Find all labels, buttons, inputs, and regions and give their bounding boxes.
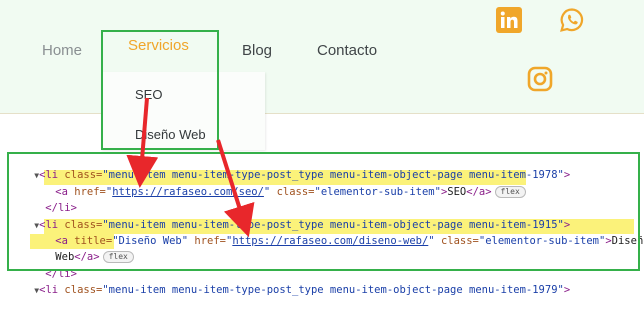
servicios-highlight-box bbox=[101, 30, 219, 150]
node-text: SEO bbox=[447, 186, 467, 198]
attr-name: class= bbox=[276, 186, 315, 198]
nav-blog-link[interactable]: Blog bbox=[242, 42, 272, 59]
attr-quote: " bbox=[263, 186, 277, 198]
devtools-elements-panel: ▼<li class="menu-item menu-item-type-pos… bbox=[0, 150, 644, 296]
tag-open: <li bbox=[39, 284, 65, 296]
dom-line-li-1979[interactable]: ▼<li class="menu-item menu-item-type-pos… bbox=[9, 268, 570, 296]
attr-quote: " bbox=[428, 235, 441, 247]
website-header: Home Servicios Blog Contacto bbox=[0, 0, 644, 114]
flex-badge[interactable]: flex bbox=[102, 251, 134, 263]
instagram-icon[interactable] bbox=[527, 66, 553, 92]
linkedin-icon[interactable] bbox=[496, 7, 522, 33]
nav-contacto-link[interactable]: Contacto bbox=[317, 42, 377, 59]
dom-line-a-seo[interactable]: <a href="https://rafaseo.com/seo/" class… bbox=[30, 170, 526, 198]
flex-badge[interactable]: flex bbox=[494, 186, 526, 198]
dom-line-li-1915[interactable]: ▼<li class="menu-item menu-item-type-pos… bbox=[9, 203, 570, 231]
dom-line-li-close[interactable]: </li> bbox=[20, 252, 77, 280]
href-link-seo[interactable]: https://rafaseo.com/seo/ bbox=[112, 186, 264, 198]
attr-name: class= bbox=[64, 284, 103, 296]
attr-name: class= bbox=[440, 235, 479, 247]
dom-line-li-close[interactable]: </li> bbox=[20, 186, 77, 214]
dom-line-a-diseno-web[interactable]: <a title="Diseño Web" href="https://rafa… bbox=[30, 219, 644, 247]
attr-name: href= bbox=[194, 235, 226, 247]
whatsapp-icon[interactable] bbox=[559, 7, 585, 33]
href-link-diseno-web[interactable]: https://rafaseo.com/diseno-web/ bbox=[232, 235, 428, 247]
dom-line-li-1978[interactable]: ▼<li class="menu-item menu-item-type-pos… bbox=[9, 153, 570, 181]
tag-end: </a> bbox=[74, 251, 100, 263]
attr-name: href= bbox=[74, 186, 106, 198]
dom-line-a-diseno-web-cont[interactable]: Web</a> flex bbox=[30, 235, 134, 263]
attr-value: "menu-item menu-item-type-post_type menu… bbox=[102, 284, 564, 296]
tag-close: > bbox=[563, 169, 571, 181]
attr-value: "elementor-sub-item" bbox=[478, 235, 606, 247]
attr-value: "elementor-sub-item" bbox=[314, 186, 441, 198]
tag-end: </a> bbox=[466, 186, 492, 198]
node-text: Diseño bbox=[611, 235, 644, 247]
nav-home-link[interactable]: Home bbox=[42, 42, 82, 59]
tag-close: > bbox=[563, 284, 571, 296]
